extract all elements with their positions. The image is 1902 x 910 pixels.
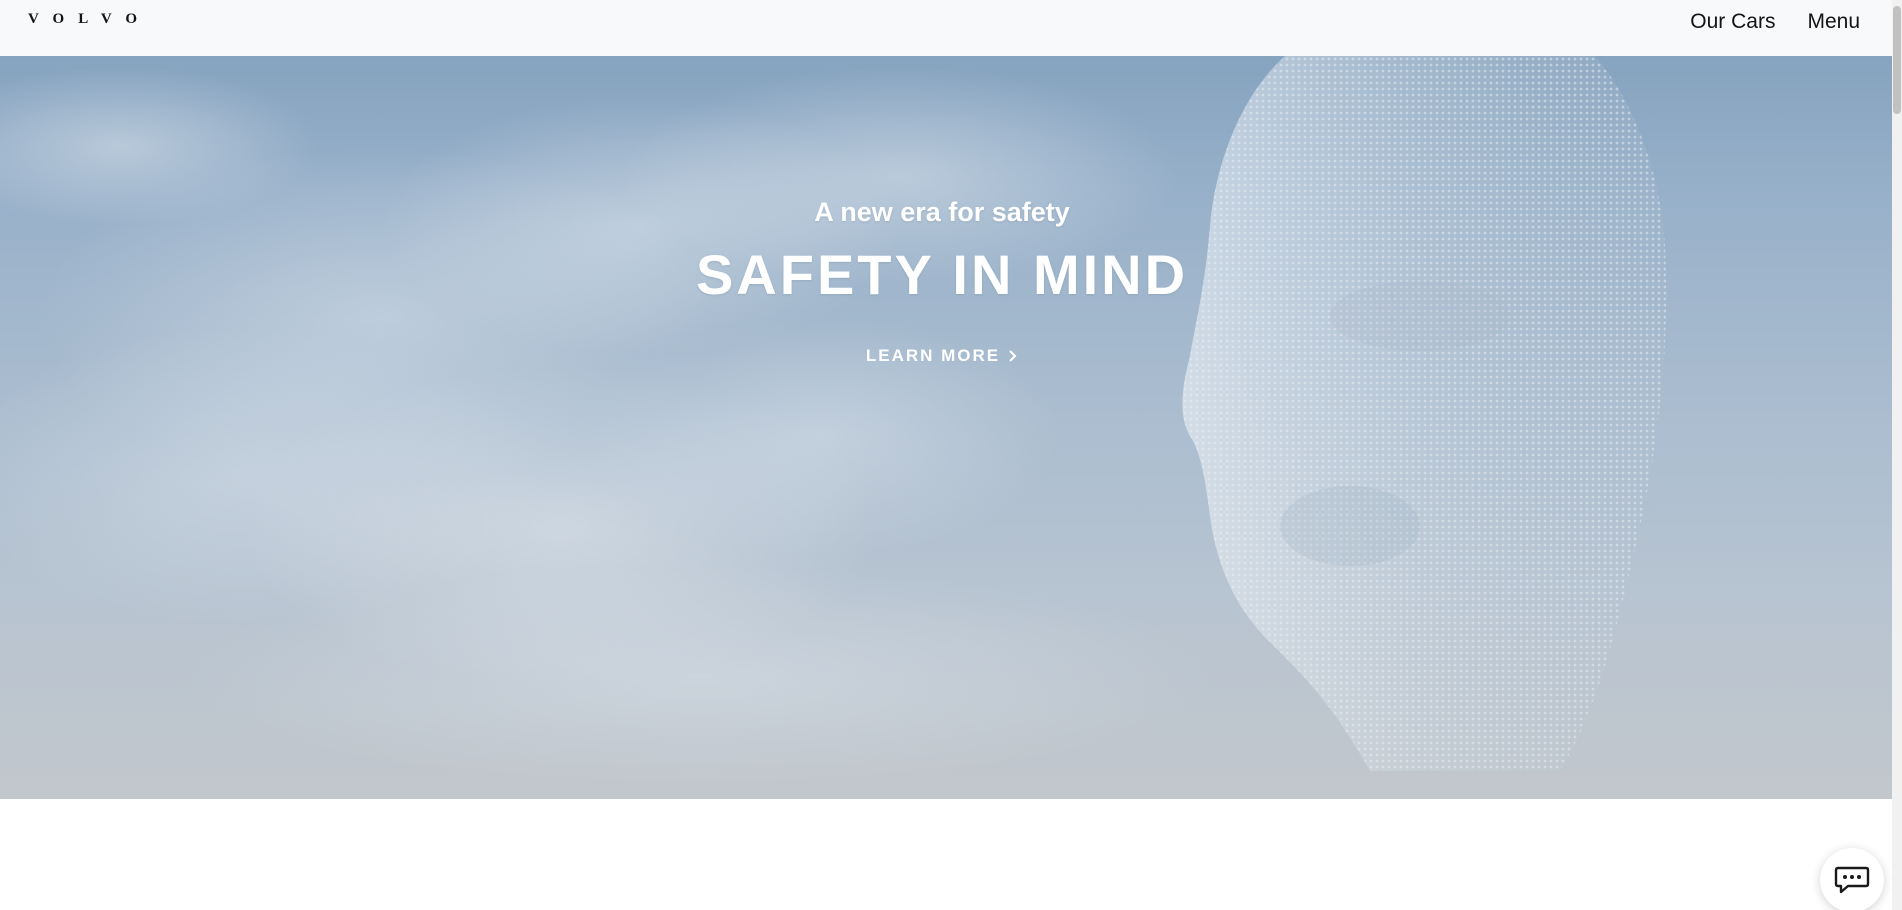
page-scrollbar[interactable] xyxy=(1892,0,1902,910)
hero-cta-wrap: LEARN MORE xyxy=(0,346,1884,366)
face-sculpture xyxy=(1182,56,1667,771)
learn-more-link[interactable]: LEARN MORE xyxy=(866,346,1018,366)
hero-headline: SAFETY IN MIND xyxy=(695,243,1189,306)
hero-banner: A new era for safety SAFETY IN MIND LEAR… xyxy=(0,56,1892,799)
page: VOLVO Our Cars Menu A new era for safety… xyxy=(0,0,1902,910)
chevron-right-icon xyxy=(1009,350,1017,362)
volvo-logo[interactable]: VOLVO xyxy=(28,11,151,27)
menu-button[interactable]: Menu xyxy=(1807,10,1860,34)
scrollbar-thumb[interactable] xyxy=(1893,6,1901,114)
top-navigation: VOLVO Our Cars Menu xyxy=(0,0,1892,56)
learn-more-label: LEARN MORE xyxy=(865,346,1001,365)
our-cars-button[interactable]: Our Cars xyxy=(1690,10,1775,34)
chat-bubble-icon xyxy=(1834,866,1870,894)
primary-nav: Our Cars Menu xyxy=(1690,10,1860,34)
hero-background-image xyxy=(0,56,1667,786)
hero-kicker: A new era for safety xyxy=(814,197,1070,227)
chat-button[interactable] xyxy=(1820,848,1884,910)
